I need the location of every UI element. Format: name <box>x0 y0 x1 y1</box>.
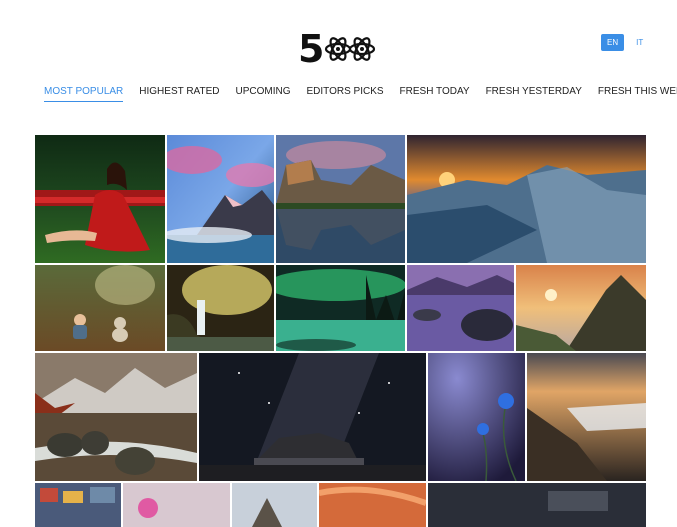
photo-rocky-peaks[interactable] <box>232 483 317 527</box>
photo-woman-red-dress[interactable] <box>35 135 165 263</box>
logo[interactable]: 5 <box>298 30 384 68</box>
photo-pink-clouds-mountain[interactable] <box>167 135 274 263</box>
photo-milky-way-car[interactable] <box>199 353 426 481</box>
photo-mountain-sunset-valley[interactable] <box>516 265 646 351</box>
nav-editors-picks[interactable]: EDITORS PICKS <box>306 86 383 102</box>
site-header: 5 EN IT MOST POPULAR HIGHEST RATED UPCOM… <box>0 0 677 120</box>
photo-yosemite-reflection[interactable] <box>276 135 405 263</box>
photo-mountain-river[interactable] <box>35 353 197 481</box>
nav-fresh-this-week[interactable]: FRESH THIS WEEK <box>598 86 677 102</box>
photo-coastal-rocks[interactable] <box>527 353 646 481</box>
photo-pink-flower[interactable] <box>123 483 230 527</box>
lang-en-button[interactable]: EN <box>601 34 625 51</box>
nav-fresh-today[interactable]: FRESH TODAY <box>400 86 470 102</box>
nav-upcoming[interactable]: UPCOMING <box>235 86 290 102</box>
photo-dark-landscape[interactable] <box>428 483 646 527</box>
category-nav: MOST POPULAR HIGHEST RATED UPCOMING EDIT… <box>44 86 677 102</box>
photo-aurora-lake[interactable] <box>276 265 405 351</box>
photo-purple-lake[interactable] <box>407 265 514 351</box>
photo-orange-canyon[interactable] <box>319 483 426 527</box>
lang-it-button[interactable]: IT <box>630 34 649 51</box>
language-switcher: EN IT <box>601 34 649 51</box>
photo-ice-sunset[interactable] <box>407 135 646 263</box>
nav-most-popular[interactable]: MOST POPULAR <box>44 86 124 102</box>
photo-cave-waterfall[interactable] <box>167 265 274 351</box>
photo-gallery <box>35 135 646 527</box>
nav-fresh-yesterday[interactable]: FRESH YESTERDAY <box>486 86 582 102</box>
logo-digit: 5 <box>298 27 324 71</box>
nav-highest-rated[interactable]: HIGHEST RATED <box>139 86 219 102</box>
photo-blue-flowers[interactable] <box>428 353 525 481</box>
photo-city-street[interactable] <box>35 483 121 527</box>
photo-child-teddy-bear[interactable] <box>35 265 165 351</box>
atom-rings-icon <box>325 37 376 61</box>
